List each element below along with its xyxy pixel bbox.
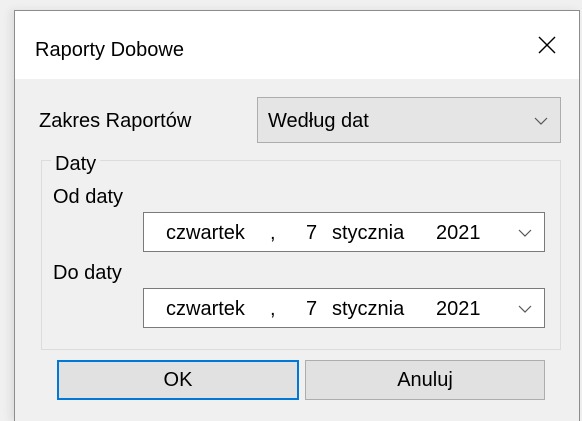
range-combobox[interactable]: Według dat bbox=[257, 97, 561, 143]
close-icon bbox=[538, 36, 556, 54]
ok-button[interactable]: OK bbox=[57, 360, 299, 400]
from-date-picker[interactable]: czwartek , 7 stycznia 2021 bbox=[143, 212, 545, 252]
range-label: Zakres Raportów bbox=[39, 110, 192, 132]
from-date-label: Od daty bbox=[53, 186, 124, 208]
window-title: Raporty Dobowe bbox=[35, 39, 184, 61]
chevron-down-icon[interactable] bbox=[518, 300, 532, 318]
from-year[interactable]: 2021 bbox=[436, 221, 481, 245]
to-separator: , bbox=[270, 298, 276, 320]
title-bar[interactable]: Raporty Dobowe bbox=[15, 11, 579, 79]
to-year[interactable]: 2021 bbox=[436, 297, 481, 321]
to-day[interactable]: 7 bbox=[306, 297, 317, 321]
dialog-window: Raporty Dobowe Zakres Raportów Według da… bbox=[14, 10, 580, 421]
cancel-button[interactable]: Anuluj bbox=[305, 360, 545, 400]
from-weekday[interactable]: czwartek bbox=[166, 221, 245, 245]
from-month[interactable]: stycznia bbox=[332, 221, 404, 245]
close-button[interactable] bbox=[515, 11, 579, 79]
chevron-down-icon bbox=[534, 117, 548, 125]
chevron-down-icon[interactable] bbox=[518, 224, 532, 242]
to-month[interactable]: stycznia bbox=[332, 297, 404, 321]
range-selected-value: Według dat bbox=[268, 110, 369, 132]
to-date-picker[interactable]: czwartek , 7 stycznia 2021 bbox=[143, 288, 545, 328]
from-day[interactable]: 7 bbox=[306, 221, 317, 245]
from-separator: , bbox=[270, 222, 276, 244]
to-date-label: Do daty bbox=[53, 262, 122, 284]
dates-group-legend: Daty bbox=[51, 153, 101, 175]
to-weekday[interactable]: czwartek bbox=[166, 297, 245, 321]
